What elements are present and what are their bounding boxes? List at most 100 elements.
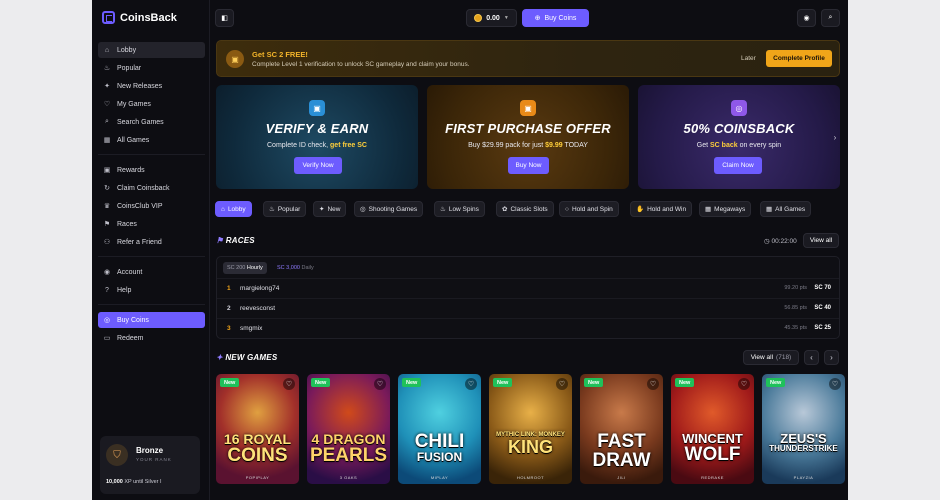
sidebar-item-my-games[interactable]: ♡ My Games (98, 96, 205, 112)
category-chip-low-spins[interactable]: ♨ Low Spins (434, 201, 485, 217)
flag-icon: ⚑ (103, 221, 111, 228)
game-card[interactable]: New ♡ 4 DRAGON PEARLS 3 OAKS (307, 374, 390, 484)
new-badge: New (311, 378, 331, 387)
divider (98, 304, 205, 305)
category-chip-popular[interactable]: ♨ Popular (263, 201, 307, 217)
rank-name: Bronze (136, 446, 164, 455)
heart-icon[interactable]: ♡ (465, 378, 477, 390)
heart-icon[interactable]: ♡ (283, 378, 295, 390)
flag-icon: ⚑ (216, 236, 226, 245)
gift-icon: ▣ (103, 167, 111, 174)
category-chip-hold-spin[interactable]: ○ Hold and Spin (559, 201, 619, 217)
heart-icon[interactable]: ♡ (647, 378, 659, 390)
complete-profile-button[interactable]: Complete Profile (766, 50, 832, 67)
balance-value: 0.00 (486, 14, 500, 22)
sidebar-item-account[interactable]: ◉ Account (98, 264, 205, 280)
gift-icon: ▣ (226, 50, 244, 68)
sidebar-item-search-games[interactable]: ⌕ Search Games (98, 114, 205, 130)
race-tab-daily[interactable]: SC 3,000 Daily (273, 262, 318, 274)
sidebar-toggle-button[interactable]: ◧ (215, 9, 234, 27)
race-timer: ◷ 00:22:00 (764, 238, 797, 245)
game-card[interactable]: New ♡ FAST DRAW JILI (580, 374, 663, 484)
new-games-heading: ✦ NEW GAMES (216, 353, 278, 362)
sidebar-item-lobby[interactable]: ⌂ Lobby (98, 42, 205, 58)
refresh-icon: ↻ (104, 185, 110, 192)
category-chip-all-games[interactable]: ▦ All Games (760, 201, 812, 217)
carousel-next-icon[interactable]: › (830, 130, 840, 144)
heart-icon[interactable]: ♡ (374, 378, 386, 390)
promo-card-coinsback[interactable]: ◎ 50% COINSBACK Get SC back on every spi… (638, 85, 840, 189)
promo-card-verify[interactable]: ▣ VERIFY & EARN Complete ID check, get f… (216, 85, 418, 189)
verify-now-button[interactable]: Verify Now (294, 157, 342, 174)
game-provider: PLAYZIA (793, 475, 814, 480)
sidebar-toggle-icon: ◧ (221, 15, 228, 22)
heart-icon[interactable]: ♡ (829, 378, 841, 390)
sidebar-item-buy-coins[interactable]: ◎ Buy Coins (98, 312, 205, 328)
game-card[interactable]: New ♡ 16 ROYAL COINS POPIPLAY (216, 374, 299, 484)
games-next-icon[interactable]: › (824, 350, 839, 365)
category-chip-megaways[interactable]: ▦ Megaways (699, 201, 752, 217)
gift-icon: ▣ (520, 100, 536, 116)
coins-icon: ◎ (731, 100, 747, 116)
sidebar-nav-main: ⌂ Lobby ♨ Popular ✦ New Releases ♡ My Games … (98, 42, 205, 348)
sidebar-item-redeem[interactable]: ▭ Redeem (98, 330, 205, 346)
search-icon: ⌕ (105, 118, 109, 125)
race-row: 2 reevesconst 56.85 pts SC 40 (217, 298, 839, 317)
sidebar-item-all-games[interactable]: ▦ All Games (98, 132, 205, 148)
sidebar-item-help[interactable]: ? Help (98, 282, 205, 298)
later-button[interactable]: Later (741, 55, 756, 62)
home-icon: ⌂ (221, 205, 225, 213)
logo-icon (102, 11, 115, 24)
game-provider: MIPLAY (430, 475, 449, 480)
games-prev-icon[interactable]: ‹ (804, 350, 819, 365)
divider (98, 154, 205, 155)
sidebar-item-claim-coinsback[interactable]: ↻ Claim Coinsback (98, 180, 205, 196)
search-icon: ⌕ (828, 14, 833, 21)
new-badge: New (402, 378, 422, 387)
category-chip-shooting[interactable]: ◎ Shooting Games (354, 201, 424, 217)
game-card[interactable]: New ♡ WINCENT WOLF REDRAKE (671, 374, 754, 484)
promo-title: FIRST PURCHASE OFFER (445, 121, 611, 136)
promo-description: Complete ID check, get free SC (267, 142, 367, 149)
game-card[interactable]: New ♡ CHILI FUSION MIPLAY (398, 374, 481, 484)
new-badge: New (493, 378, 513, 387)
sidebar-item-new-releases[interactable]: ✦ New Releases (98, 78, 205, 94)
search-button[interactable]: ⌕ (821, 9, 840, 27)
rank-xp: 10,000 XP until Silver I (106, 479, 162, 485)
category-chip-lobby[interactable]: ⌂ Lobby (215, 201, 252, 217)
logo[interactable]: CoinsBack (102, 11, 177, 24)
profile-button[interactable]: ◉ (797, 9, 816, 27)
races-view-all-button[interactable]: View all (803, 233, 839, 248)
grid-icon: ▦ (103, 137, 111, 144)
rank-card[interactable]: ⛉ Bronze YOUR RANK 10,000 XP until Silve… (100, 436, 200, 494)
race-tab-hourly[interactable]: SC 200 Hourly (223, 262, 267, 274)
game-provider: JILI (617, 475, 626, 480)
claim-now-button[interactable]: Claim Now (714, 157, 762, 174)
heart-icon[interactable]: ♡ (556, 378, 568, 390)
promo-title: 50% COINSBACK (683, 121, 795, 136)
sidebar-item-coinsclub-vip[interactable]: ♛ CoinsClub VIP (98, 198, 205, 214)
game-card[interactable]: New ♡ MYTHIC LINK: MONKEY KING HOLMROOT (489, 374, 572, 484)
flame-icon: ♨ (103, 65, 111, 72)
buy-coins-button[interactable]: ⊕ Buy Coins (522, 9, 589, 27)
sidebar-item-popular[interactable]: ♨ Popular (98, 60, 205, 76)
game-title: 16 ROYAL COINS (223, 431, 292, 466)
promo-card-first-purchase[interactable]: ▣ FIRST PURCHASE OFFER Buy $29.99 pack f… (427, 85, 629, 189)
heart-icon[interactable]: ♡ (738, 378, 750, 390)
new-games-view-all-button[interactable]: View all (718) (743, 350, 799, 365)
coins-icon: ◎ (103, 317, 111, 324)
category-chip-new[interactable]: ✦ New (313, 201, 347, 217)
sparkle-icon: ✦ (216, 353, 226, 362)
race-row: 3 smgmix 45.35 pts SC 25 (217, 318, 839, 337)
sidebar-item-rewards[interactable]: ▣ Rewards (98, 162, 205, 178)
category-chip-classic-slots[interactable]: ✿ Classic Slots (496, 201, 554, 217)
category-chip-hold-win[interactable]: ✋ Hold and Win (630, 201, 693, 217)
balance-selector[interactable]: 0.00 ▼ (466, 9, 517, 27)
sidebar-item-refer-friend[interactable]: ⚇ Refer a Friend (98, 234, 205, 250)
promo-description: Buy $29.99 pack for just $9.99 TODAY (468, 142, 588, 149)
game-title: 4 DRAGON PEARLS (309, 431, 388, 466)
game-title: ZEUS'S THUNDERSTRIKE (769, 431, 838, 453)
buy-now-button[interactable]: Buy Now (508, 157, 549, 174)
game-card[interactable]: New ♡ ZEUS'S THUNDERSTRIKE PLAYZIA (762, 374, 845, 484)
sidebar-item-races[interactable]: ⚑ Races (98, 216, 205, 232)
